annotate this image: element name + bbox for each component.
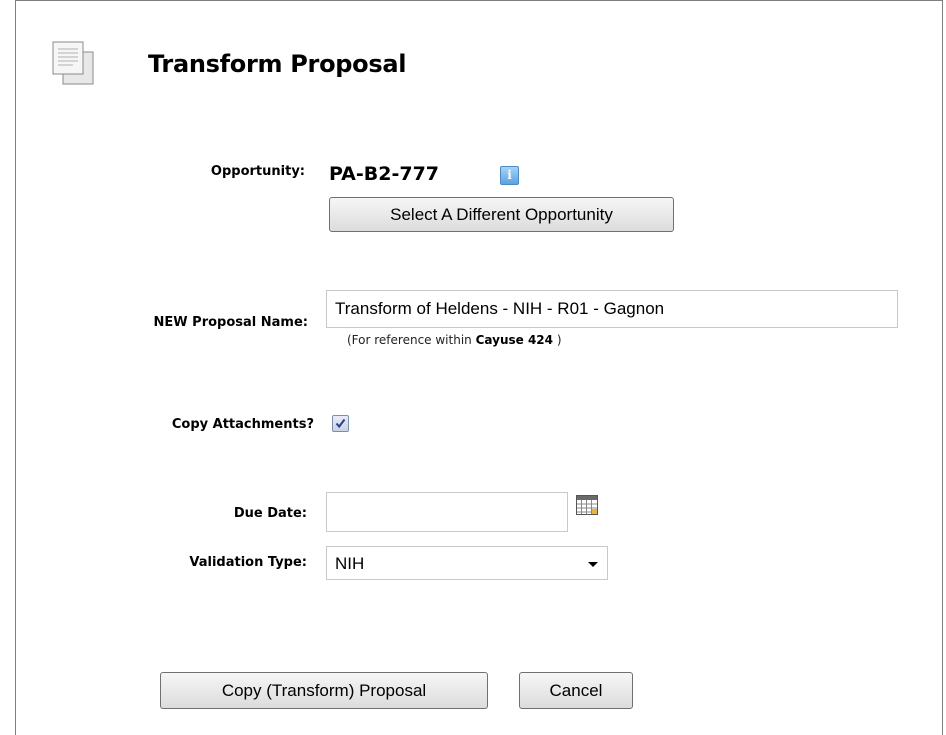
info-icon[interactable]: i bbox=[500, 166, 519, 185]
copy-attachments-checkbox[interactable] bbox=[332, 415, 349, 432]
due-date-input[interactable] bbox=[326, 492, 568, 532]
proposal-name-label: NEW Proposal Name: bbox=[153, 315, 308, 330]
hint-prefix: (For reference within bbox=[347, 333, 472, 347]
copy-attachments-label: Copy Attachments? bbox=[171, 417, 314, 432]
proposal-name-input[interactable] bbox=[326, 290, 898, 328]
calendar-icon[interactable] bbox=[576, 495, 598, 515]
checkmark-icon bbox=[335, 418, 346, 429]
hint-suffix: ) bbox=[556, 333, 562, 347]
copy-transform-proposal-button[interactable]: Copy (Transform) Proposal bbox=[160, 672, 488, 709]
opportunity-label: Opportunity: bbox=[210, 164, 305, 179]
due-date-label: Due Date: bbox=[233, 506, 307, 521]
validation-type-label: Validation Type: bbox=[189, 555, 307, 570]
cancel-button[interactable]: Cancel bbox=[519, 672, 633, 709]
page-title: Transform Proposal bbox=[148, 50, 407, 78]
opportunity-value: PA-B2-777 bbox=[329, 163, 440, 185]
validation-type-select[interactable]: NIH bbox=[326, 546, 608, 580]
select-opportunity-button[interactable]: Select A Different Opportunity bbox=[329, 197, 674, 232]
dialog-frame bbox=[15, 0, 943, 735]
dropdown-arrow-icon bbox=[588, 562, 598, 567]
document-stack-icon bbox=[52, 41, 94, 85]
proposal-name-hint: (For reference within Cayuse 424 ) bbox=[347, 333, 562, 347]
validation-type-value: NIH bbox=[335, 554, 365, 573]
hint-product-name: Cayuse 424 bbox=[475, 333, 554, 347]
